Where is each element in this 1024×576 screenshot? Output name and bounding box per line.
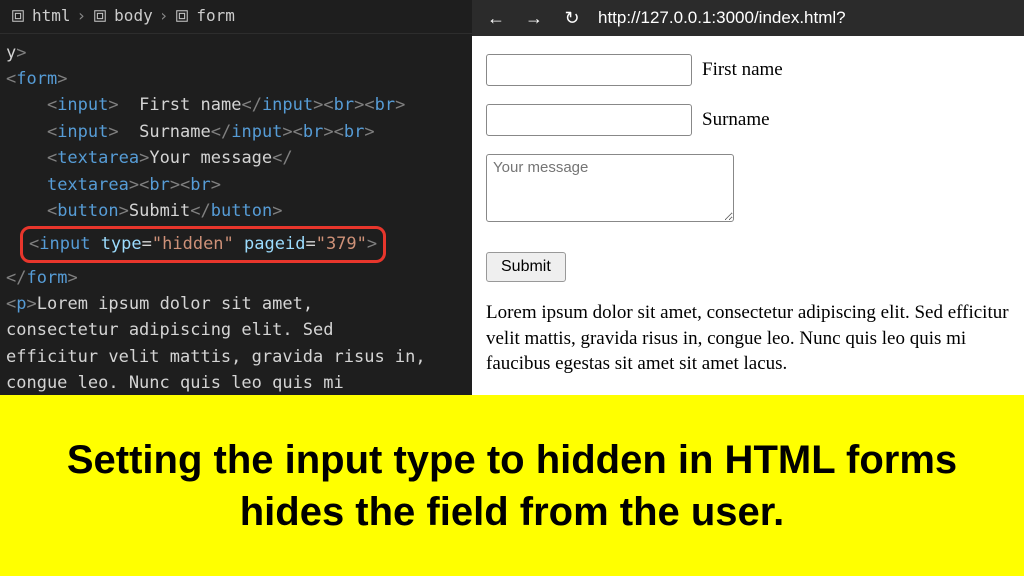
browser-preview-panel: ← → ↻ http://127.0.0.1:3000/index.html? … bbox=[472, 0, 1024, 395]
message-textarea[interactable] bbox=[486, 154, 734, 222]
submit-button[interactable]: Submit bbox=[486, 252, 566, 282]
surname-input[interactable] bbox=[486, 104, 692, 136]
rendered-page: First name Surname Submit Lorem ipsum do… bbox=[472, 36, 1024, 395]
surname-label: Surname bbox=[702, 109, 770, 131]
highlighted-code-line: <input type="hidden" pageid="379"> bbox=[20, 226, 386, 262]
structure-icon bbox=[92, 8, 108, 24]
first-name-label: First name bbox=[702, 59, 783, 81]
structure-icon bbox=[174, 8, 190, 24]
chevron-right-icon: › bbox=[159, 4, 169, 29]
breadcrumb-item[interactable]: html bbox=[32, 4, 71, 29]
caption-text: Setting the input type to hidden in HTML… bbox=[30, 434, 994, 538]
first-name-input[interactable] bbox=[486, 54, 692, 86]
paragraph-text: Lorem ipsum dolor sit amet, consectetur … bbox=[486, 300, 1010, 377]
reload-button[interactable]: ↻ bbox=[560, 6, 584, 30]
browser-toolbar: ← → ↻ http://127.0.0.1:3000/index.html? bbox=[472, 0, 1024, 36]
caption-banner: Setting the input type to hidden in HTML… bbox=[0, 395, 1024, 576]
breadcrumb: html › body › form bbox=[0, 0, 472, 34]
breadcrumb-item[interactable]: form bbox=[196, 4, 235, 29]
breadcrumb-item[interactable]: body bbox=[114, 4, 153, 29]
code-block[interactable]: y> <form> <input> First name</input><br>… bbox=[0, 34, 472, 395]
back-button[interactable]: ← bbox=[484, 6, 508, 30]
code-editor-panel: html › body › form y> <form> <input> Fir… bbox=[0, 0, 472, 395]
structure-icon bbox=[10, 8, 26, 24]
address-bar[interactable]: http://127.0.0.1:3000/index.html? bbox=[598, 8, 846, 28]
chevron-right-icon: › bbox=[77, 4, 87, 29]
forward-button[interactable]: → bbox=[522, 6, 546, 30]
